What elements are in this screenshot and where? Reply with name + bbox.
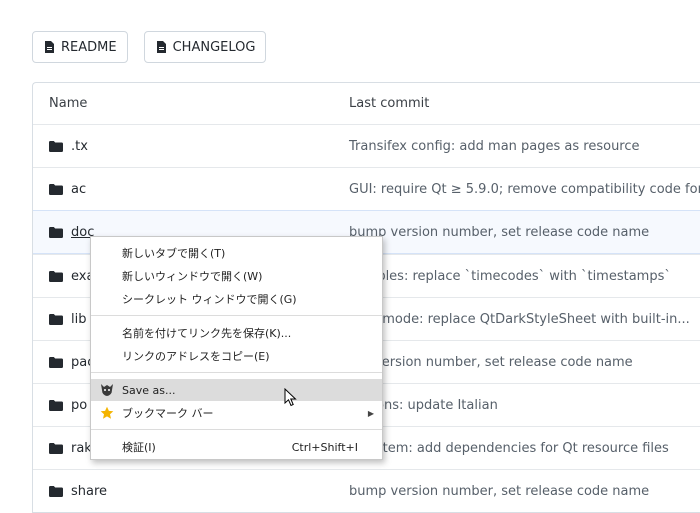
top-buttons: README CHANGELOG <box>32 31 267 63</box>
commit-message[interactable]: mp version number, set release code name <box>349 341 633 383</box>
folder-icon <box>49 226 63 238</box>
file-name-link[interactable]: .tx <box>71 139 88 154</box>
menu-item-bookmark-bar[interactable]: ブックマーク バー ▶ <box>91 402 382 424</box>
menu-item-inspect[interactable]: 検証(I) Ctrl+Shift+I <box>91 436 382 458</box>
star-icon <box>100 406 114 420</box>
commit-message[interactable]: bump version number, set release code na… <box>349 211 649 253</box>
menu-item-save-link-as[interactable]: 名前を付けてリンク先を保存(K)... <box>91 322 382 344</box>
menu-item-label: シークレット ウィンドウで開く(G) <box>122 293 297 306</box>
folder-icon <box>49 485 63 497</box>
menu-item-shortcut: Ctrl+Shift+I <box>291 440 358 454</box>
menu-separator <box>91 429 382 430</box>
folder-icon <box>49 270 63 282</box>
folder-icon <box>49 356 63 368</box>
readme-label: README <box>61 39 117 55</box>
menu-separator <box>91 315 382 316</box>
menu-item-label: Save as... <box>122 383 176 397</box>
menu-item-open-incognito[interactable]: シークレット ウィンドウで開く(G) <box>91 288 382 310</box>
table-row[interactable]: ac GUI: require Qt ≥ 5.9.0; remove compa… <box>33 167 700 210</box>
table-row[interactable]: .tx Transifex config: add man pages as r… <box>33 124 700 167</box>
folder-icon <box>49 442 63 454</box>
file-name-link[interactable]: share <box>71 484 107 499</box>
extension-icon <box>100 383 114 397</box>
mouse-pointer-icon <box>284 387 298 408</box>
menu-separator <box>91 372 382 373</box>
commit-message[interactable]: GUI: require Qt ≥ 5.9.0; remove compatib… <box>349 168 700 210</box>
menu-item-label: 新しいタブで開く(T) <box>122 247 226 260</box>
file-icon <box>156 41 166 53</box>
file-name-link[interactable]: rak <box>71 441 92 456</box>
folder-icon <box>49 183 63 195</box>
menu-item-save-as[interactable]: Save as... <box>91 379 382 401</box>
file-name-link[interactable]: po <box>71 398 87 413</box>
commit-message[interactable]: bump version number, set release code na… <box>349 470 649 512</box>
commit-message[interactable]: d system: add dependencies for Qt resour… <box>349 427 669 469</box>
menu-item-label: リンクのアドレスをコピー(E) <box>122 350 270 363</box>
menu-item-label: ブックマーク バー <box>122 407 214 420</box>
folder-icon <box>49 140 63 152</box>
commit-message[interactable]: xamples: replace `timecodes` with `times… <box>349 255 671 297</box>
column-header-name: Name <box>49 96 88 111</box>
changelog-button[interactable]: CHANGELOG <box>143 31 267 63</box>
table-header: Name Last commit <box>33 83 700 124</box>
readme-button[interactable]: README <box>32 31 128 63</box>
menu-item-copy-link-address[interactable]: リンクのアドレスをコピー(E) <box>91 345 382 367</box>
menu-item-label: 新しいウィンドウで開く(W) <box>122 270 263 283</box>
folder-icon <box>49 399 63 411</box>
folder-icon <box>49 313 63 325</box>
menu-item-open-new-tab[interactable]: 新しいタブで開く(T) <box>91 242 382 264</box>
context-menu: 新しいタブで開く(T) 新しいウィンドウで開く(W) シークレット ウィンドウで… <box>90 236 383 460</box>
column-header-last-commit: Last commit <box>349 96 430 111</box>
file-icon <box>45 41 54 53</box>
commit-message[interactable]: Transifex config: add man pages as resou… <box>349 125 640 167</box>
submenu-arrow-icon: ▶ <box>367 408 374 418</box>
table-row[interactable]: share bump version number, set release c… <box>33 469 700 512</box>
file-name-link[interactable]: ac <box>71 182 86 197</box>
menu-item-open-new-window[interactable]: 新しいウィンドウで開く(W) <box>91 265 382 287</box>
menu-item-label: 名前を付けてリンク先を保存(K)... <box>122 327 292 340</box>
changelog-label: CHANGELOG <box>172 39 256 55</box>
commit-message[interactable]: dark mode: replace QtDarkStyleSheet with… <box>349 298 690 340</box>
menu-item-label: 検証(I) <box>122 441 156 454</box>
file-name-link[interactable]: lib <box>71 312 86 327</box>
